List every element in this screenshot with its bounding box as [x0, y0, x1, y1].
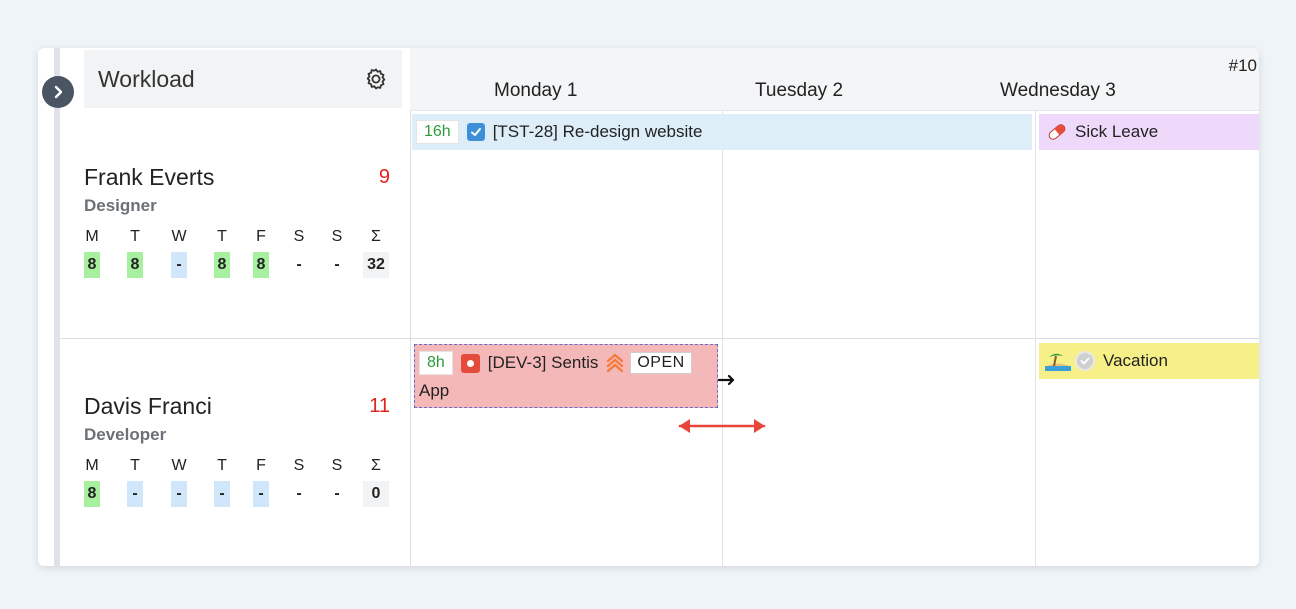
- checkbox-task-icon: [466, 123, 485, 141]
- absence-label: Sick Leave: [1075, 122, 1159, 141]
- task-bar[interactable]: 16h [TST-28] Re-design website: [412, 114, 1032, 150]
- weekday-letter: W: [171, 228, 187, 245]
- chevron-right-icon: [54, 85, 63, 99]
- person-row: Frank Everts 9 Designer M T W T F S S Σ …: [84, 160, 390, 290]
- task-hours: 16h: [416, 120, 459, 144]
- day-hours: 8: [253, 252, 269, 278]
- task-card-header: 8h [DEV-3] Sentis OPEN: [419, 351, 692, 375]
- day-hours: -: [296, 256, 302, 273]
- day-hours: -: [214, 481, 230, 507]
- day-hours: -: [171, 252, 187, 278]
- week-number: #10: [1228, 56, 1257, 75]
- person-role: Designer: [84, 196, 157, 215]
- day-hours: 8: [127, 252, 143, 278]
- bug-icon: [460, 353, 480, 373]
- day-hours: 8: [84, 481, 100, 507]
- status-badge: OPEN: [630, 352, 692, 374]
- weekday-letter: Σ: [371, 457, 381, 474]
- weekday-letter: S: [293, 228, 305, 245]
- workload-title: Workload: [98, 65, 195, 92]
- weekday-letter: F: [256, 228, 266, 245]
- weekday-letter: F: [256, 457, 266, 474]
- day-hours: -: [334, 256, 340, 273]
- expand-button[interactable]: [42, 76, 74, 108]
- person-row: Davis Franci 11 Developer M T W T F S S …: [84, 389, 390, 519]
- absence-label: Vacation: [1103, 351, 1168, 370]
- task-title-continued: App: [419, 381, 450, 400]
- weekday-letter: T: [217, 228, 227, 245]
- task-count: 9: [378, 166, 390, 188]
- person-name: Frank Everts: [84, 164, 215, 190]
- approved-icon: [1075, 351, 1095, 371]
- person-role: Developer: [84, 425, 167, 444]
- task-title: [DEV-3] Sentis: [487, 353, 599, 372]
- task-count: 11: [369, 395, 390, 417]
- absence-bar[interactable]: Sick Leave: [1039, 114, 1259, 150]
- weekday-letter: W: [171, 457, 187, 474]
- week-total: 32: [363, 252, 389, 278]
- weekday-letter: M: [85, 457, 99, 474]
- day-header-tuesday: Tuesday 2: [755, 80, 844, 101]
- gear-icon[interactable]: [364, 67, 388, 91]
- day-hours: 8: [214, 252, 230, 278]
- person-name: Davis Franci: [84, 393, 212, 419]
- workload-panel: Workload Monday 1 Tuesday 2 Wednesday 3 …: [38, 48, 1259, 566]
- weekday-letter: Σ: [371, 228, 381, 245]
- resize-hint-arrow-icon: [678, 419, 766, 433]
- day-hours: -: [296, 485, 302, 502]
- weekday-letter: M: [85, 228, 99, 245]
- workload-header: Workload: [84, 50, 402, 108]
- weekday-letter: S: [331, 457, 343, 474]
- weekday-letter: T: [130, 228, 140, 245]
- left-strip: [54, 48, 60, 566]
- weekday-letter: T: [130, 457, 140, 474]
- task-card-selected[interactable]: 8h [DEV-3] Sentis OPEN App: [414, 344, 718, 408]
- task-hours: 8h: [419, 351, 453, 375]
- week-total: 0: [363, 481, 389, 507]
- day-hours: -: [127, 481, 143, 507]
- day-hours: -: [253, 481, 269, 507]
- day-header-wednesday: Wednesday 3: [1000, 80, 1116, 101]
- day-hours: 8: [84, 252, 100, 278]
- day-hours: -: [171, 481, 187, 507]
- task-title: [TST-28] Re-design website: [492, 122, 703, 141]
- weekday-letter: S: [293, 457, 305, 474]
- priority-highest-icon: [607, 353, 624, 373]
- absence-bar[interactable]: Vacation: [1039, 343, 1259, 379]
- row-divider: [60, 338, 1259, 339]
- weekday-letter: S: [331, 228, 343, 245]
- beach-icon: [1045, 353, 1071, 371]
- resize-cursor-icon: [718, 374, 735, 386]
- weekday-letter: T: [217, 457, 227, 474]
- calendar-header: Monday 1 Tuesday 2 Wednesday 3 #10: [410, 48, 1259, 111]
- day-header-monday: Monday 1: [494, 80, 578, 101]
- day-hours: -: [334, 485, 340, 502]
- pill-icon: [1048, 124, 1066, 140]
